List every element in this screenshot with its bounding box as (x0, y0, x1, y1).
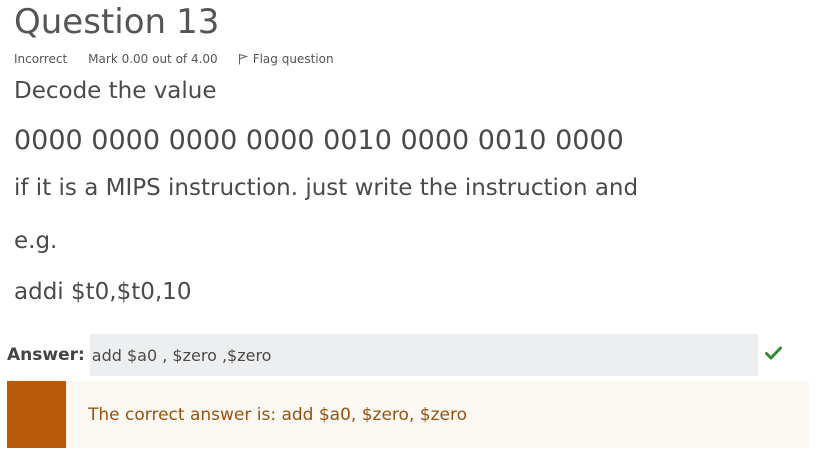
question-example: addi $t0,$t0,10 (14, 279, 192, 305)
question-grade: Mark 0.00 out of 4.00 (88, 52, 218, 66)
question-text-line: Decode the value (14, 78, 217, 104)
flag-question-link[interactable]: Flag question (238, 52, 334, 66)
question-info: Incorrect Mark 0.00 out of 4.00 Flag que… (14, 52, 334, 66)
question-heading: Question 13 (14, 2, 229, 42)
question-number: 13 (176, 2, 220, 42)
question-binary-value: 0000 0000 0000 0000 0010 0000 0010 0000 (14, 125, 624, 156)
answer-row: Answer: add $a0 , $zero ,$zero (7, 334, 758, 376)
answer-label: Answer: (7, 345, 85, 365)
feedback-box: The correct answer is: add $a0, $zero, $… (7, 381, 809, 448)
check-icon (765, 346, 782, 360)
question-text-line: if it is a MIPS instruction. just write … (14, 175, 639, 201)
question-page: Question 13 Incorrect Mark 0.00 out of 4.… (0, 0, 823, 468)
correct-answer-text: The correct answer is: add $a0, $zero, $… (88, 404, 467, 425)
question-state: Incorrect (14, 52, 68, 66)
answer-value: add $a0 , $zero ,$zero (91, 345, 272, 365)
question-title-prefix: Question (14, 2, 167, 42)
flag-question-label: Flag question (252, 52, 334, 66)
answer-input[interactable]: add $a0 , $zero ,$zero (89, 334, 758, 376)
feedback-accent-bar (7, 381, 66, 448)
flag-icon (238, 53, 248, 65)
question-text-line: e.g. (14, 228, 58, 254)
